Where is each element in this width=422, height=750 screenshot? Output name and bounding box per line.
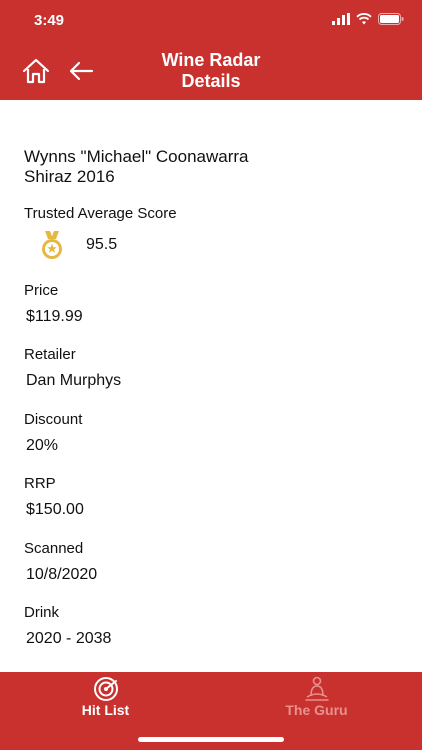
price-label: Price xyxy=(24,282,59,299)
score-value: 95.5 xyxy=(86,236,118,253)
drink-label: Drink xyxy=(24,604,60,621)
guru-icon xyxy=(304,676,329,701)
status-time: 3:49 xyxy=(34,12,65,29)
title-line-1: Wine Radar xyxy=(161,50,261,70)
tab-bar: Hit List The Guru xyxy=(0,672,422,750)
score-row: 95.5 xyxy=(38,230,117,260)
tab-hit-list[interactable]: Hit List xyxy=(0,672,211,732)
scanned-value: 10/8/2020 xyxy=(26,566,98,583)
tab-the-guru[interactable]: The Guru xyxy=(211,672,422,732)
score-label: Trusted Average Score xyxy=(24,205,177,222)
home-indicator[interactable] xyxy=(138,737,284,742)
drink-value: 2020 - 2038 xyxy=(26,630,112,647)
discount-label: Discount xyxy=(24,411,83,428)
app-header: 3:49 Wine Radar Details xyxy=(0,0,422,100)
tab-label-hit-list: Hit List xyxy=(81,702,130,718)
discount-value: 20% xyxy=(26,437,59,454)
scanned-label: Scanned xyxy=(24,540,84,557)
retailer-label: Retailer xyxy=(24,346,76,363)
page-title: Wine Radar Details xyxy=(0,50,422,92)
tab-label-the-guru: The Guru xyxy=(285,702,348,718)
retailer-value: Dan Murphys xyxy=(26,372,122,389)
battery-icon xyxy=(378,13,404,25)
signal-icon xyxy=(332,13,350,25)
wifi-icon xyxy=(356,13,372,25)
status-icons xyxy=(332,13,404,25)
rrp-label: RRP xyxy=(24,475,56,492)
radar-icon xyxy=(93,677,118,701)
medal-icon xyxy=(42,231,62,259)
title-line-2: Details xyxy=(181,71,241,91)
wine-name: Wynns "Michael" Coonawarra Shiraz 2016 xyxy=(24,147,249,186)
price-value: $119.99 xyxy=(26,308,83,325)
rrp-value: $150.00 xyxy=(26,501,84,518)
